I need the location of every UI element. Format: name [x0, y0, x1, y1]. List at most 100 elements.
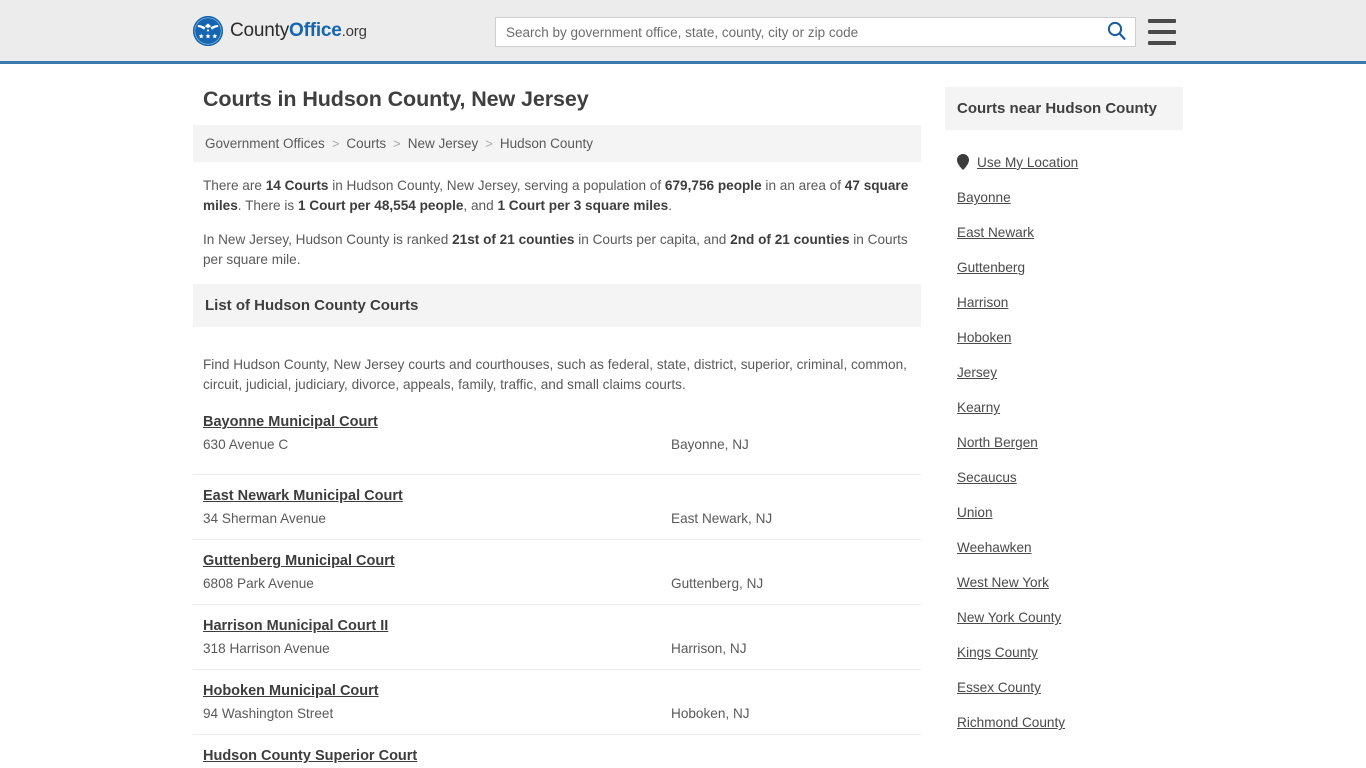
nearby-link[interactable]: East Newark — [957, 225, 1034, 240]
sidebar-heading: Courts near Hudson County — [945, 87, 1183, 130]
sidebar: Courts near Hudson County Use My Locatio… — [945, 64, 1183, 750]
court-meta: 630 Avenue C Bayonne, NJ — [203, 437, 911, 452]
logo-word-county: County — [230, 20, 290, 41]
stat-text: In New Jersey, Hudson County is ranked — [203, 232, 453, 247]
list-item: Bayonne Municipal Court 630 Avenue C Bay… — [193, 409, 921, 474]
court-city: Bayonne, NJ — [671, 437, 749, 453]
sidebar-item-union[interactable]: Union — [957, 505, 1183, 520]
nearby-list: Use My Location Bayonne East Newark Gutt… — [945, 142, 1183, 730]
nearby-link[interactable]: Weehawken — [957, 540, 1032, 555]
list-section-description: Find Hudson County, New Jersey courts an… — [203, 357, 907, 393]
list-item: Harrison Municipal Court II 318 Harrison… — [193, 604, 921, 669]
map-pin-icon — [957, 154, 969, 171]
sidebar-item-richmond-county[interactable]: Richmond County — [957, 715, 1183, 730]
eagle-seal-icon — [193, 15, 223, 46]
nearby-link[interactable]: Bayonne — [957, 190, 1011, 205]
nearby-link[interactable]: Union — [957, 505, 993, 520]
nearby-link[interactable]: Harrison — [957, 295, 1008, 310]
breadcrumb-separator-icon: > — [393, 136, 401, 151]
sidebar-item-west-new-york[interactable]: West New York — [957, 575, 1183, 590]
sidebar-item-new-york-county[interactable]: New York County — [957, 610, 1183, 625]
sidebar-item-north-bergen[interactable]: North Bergen — [957, 435, 1183, 450]
sidebar-item-guttenberg[interactable]: Guttenberg — [957, 260, 1183, 275]
nearby-link[interactable]: Guttenberg — [957, 260, 1025, 275]
breadcrumb-separator-icon: > — [485, 136, 493, 151]
list-item: Hoboken Municipal Court 94 Washington St… — [193, 669, 921, 734]
site-logo[interactable]: CountyOffice.org — [193, 15, 367, 46]
nearby-link[interactable]: North Bergen — [957, 435, 1038, 450]
court-name-link[interactable]: Bayonne Municipal Court — [203, 414, 378, 430]
use-my-location-link[interactable]: Use My Location — [977, 155, 1078, 170]
sidebar-item-kearny[interactable]: Kearny — [957, 400, 1183, 415]
stat-text: , and — [463, 198, 498, 213]
court-city: Hoboken, NJ — [671, 706, 750, 722]
stat-text: in Courts per capita, and — [574, 232, 731, 247]
breadcrumb-item-hudson-county: Hudson County — [499, 136, 593, 151]
nearby-link[interactable]: West New York — [957, 575, 1049, 590]
court-name-link[interactable]: Harrison Municipal Court II — [203, 618, 388, 634]
breadcrumb-item-courts[interactable]: Courts — [346, 136, 386, 151]
court-city: Guttenberg, NJ — [671, 576, 764, 592]
statistics-block: There are 14 Courts in Hudson County, Ne… — [193, 162, 921, 270]
search-input[interactable] — [496, 18, 1097, 46]
court-meta: 318 Harrison Avenue Harrison, NJ — [203, 641, 911, 656]
court-name-link[interactable]: Hoboken Municipal Court — [203, 683, 379, 699]
breadcrumb-item-government-offices[interactable]: Government Offices — [205, 136, 325, 151]
nearby-link[interactable]: Essex County — [957, 680, 1041, 695]
nearby-link[interactable]: Kings County — [957, 645, 1038, 660]
statistics-paragraph-1: There are 14 Courts in Hudson County, Ne… — [203, 176, 911, 216]
list-item: Guttenberg Municipal Court 6808 Park Ave… — [193, 539, 921, 604]
sidebar-item-jersey[interactable]: Jersey — [957, 365, 1183, 380]
stat-text: in Hudson County, New Jersey, serving a … — [328, 178, 665, 193]
nearby-link[interactable]: Hoboken — [957, 330, 1011, 345]
court-list: Bayonne Municipal Court 630 Avenue C Bay… — [193, 409, 921, 768]
nearby-link[interactable]: Richmond County — [957, 715, 1065, 730]
court-city: East Newark, NJ — [671, 511, 773, 527]
list-item: East Newark Municipal Court 34 Sherman A… — [193, 474, 921, 539]
search-bar — [495, 17, 1136, 47]
list-item: Hudson County Superior Court 595 Newark … — [193, 734, 921, 768]
nearby-link[interactable]: New York County — [957, 610, 1061, 625]
court-name-link[interactable]: East Newark Municipal Court — [203, 488, 403, 504]
sidebar-item-kings-county[interactable]: Kings County — [957, 645, 1183, 660]
court-address: 94 Washington Street — [203, 706, 334, 722]
breadcrumb: Government Offices > Courts > New Jersey… — [193, 125, 921, 162]
stat-rank-per-capita: 21st of 21 counties — [452, 232, 575, 247]
stat-text: . There is — [237, 198, 298, 213]
sidebar-item-east-newark[interactable]: East Newark — [957, 225, 1183, 240]
hamburger-bar — [1148, 19, 1176, 23]
nearby-link[interactable]: Jersey — [957, 365, 997, 380]
sidebar-item-bayonne[interactable]: Bayonne — [957, 190, 1183, 205]
sidebar-item-harrison[interactable]: Harrison — [957, 295, 1183, 310]
court-name-link[interactable]: Hudson County Superior Court — [203, 748, 417, 764]
court-address: 6808 Park Avenue — [203, 576, 314, 592]
search-icon — [1107, 21, 1126, 43]
sidebar-item-secaucus[interactable]: Secaucus — [957, 470, 1183, 485]
stat-court-count: 14 Courts — [265, 178, 329, 193]
stat-text: There are — [203, 178, 266, 193]
logo-word-office: Office — [289, 20, 342, 41]
sidebar-item-hoboken[interactable]: Hoboken — [957, 330, 1183, 345]
content-wrapper: Courts in Hudson County, New Jersey Gove… — [193, 64, 1183, 768]
breadcrumb-item-new-jersey[interactable]: New Jersey — [408, 136, 479, 151]
stat-per-capita: 1 Court per 48,554 people — [297, 198, 464, 213]
search-button[interactable] — [1097, 18, 1135, 46]
court-meta: 6808 Park Avenue Guttenberg, NJ — [203, 576, 911, 591]
court-name-link[interactable]: Guttenberg Municipal Court — [203, 553, 395, 569]
court-city: Harrison, NJ — [671, 641, 747, 657]
stat-text: in an area of — [761, 178, 845, 193]
hamburger-menu-icon[interactable] — [1148, 19, 1176, 45]
site-logo-wordmark: CountyOffice.org — [230, 21, 367, 40]
court-meta: 34 Sherman Avenue East Newark, NJ — [203, 511, 911, 526]
stat-text: . — [668, 198, 672, 213]
nearby-link[interactable]: Kearny — [957, 400, 1000, 415]
hamburger-bar — [1148, 41, 1176, 45]
nearby-link[interactable]: Secaucus — [957, 470, 1017, 485]
page-title: Courts in Hudson County, New Jersey — [203, 87, 589, 111]
site-header: CountyOffice.org — [0, 0, 1366, 64]
court-address: 318 Harrison Avenue — [203, 641, 330, 657]
sidebar-item-weehawken[interactable]: Weehawken — [957, 540, 1183, 555]
sidebar-item-essex-county[interactable]: Essex County — [957, 680, 1183, 695]
page-body: Courts in Hudson County, New Jersey Gove… — [0, 64, 1366, 768]
sidebar-item-use-my-location[interactable]: Use My Location — [957, 154, 1183, 171]
